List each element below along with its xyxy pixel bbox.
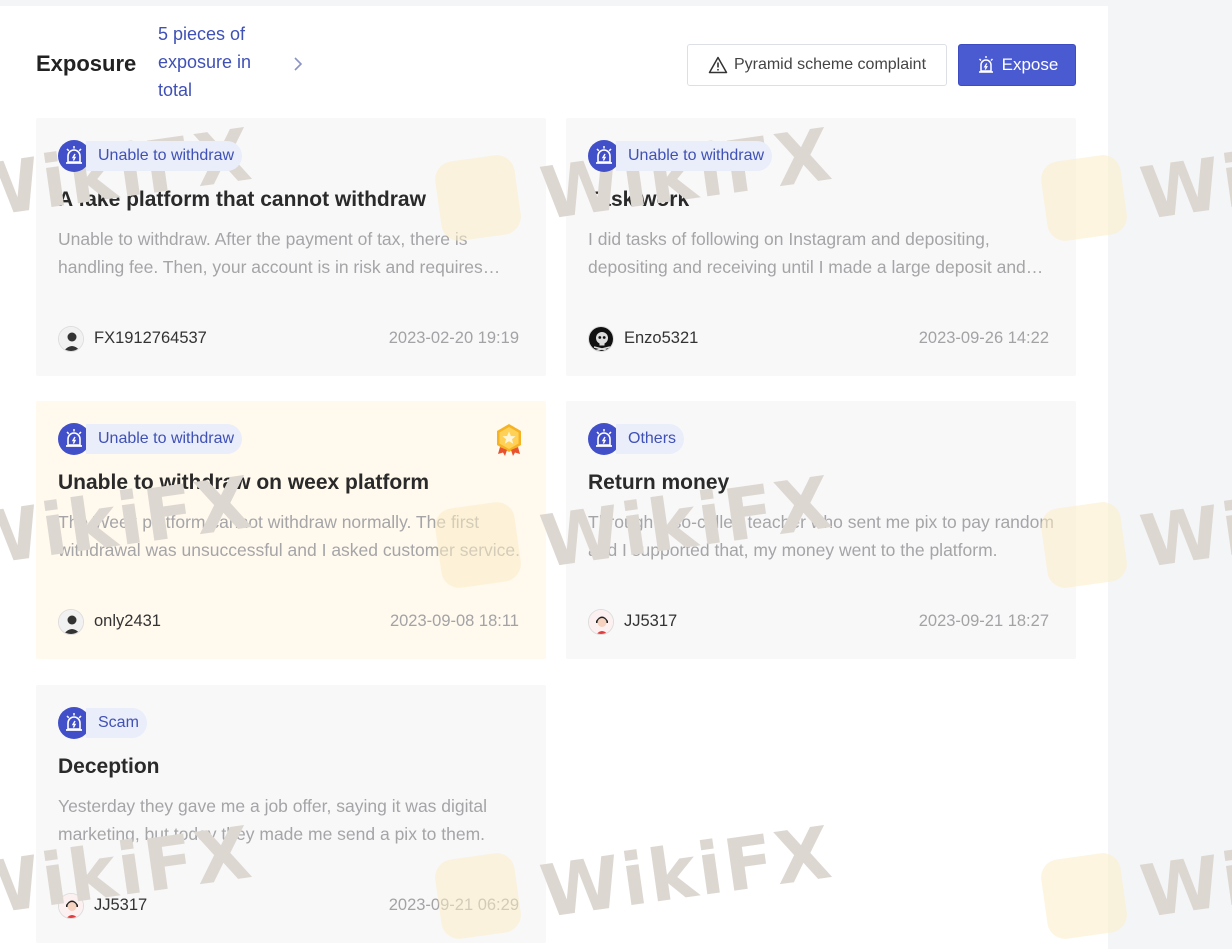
exposure-header: Exposure 5 pieces of exposure in total P… <box>36 20 1076 110</box>
exposure-title: Task work <box>588 188 690 211</box>
exposure-count-link[interactable]: 5 pieces of exposure in total <box>158 20 288 104</box>
exposure-description: Through a so-called teacher who sent me … <box>588 512 1054 560</box>
alarm-icon <box>978 56 993 73</box>
exposure-card[interactable]: Unable to withdraw A fake platform that … <box>36 118 546 376</box>
category-tag: Unable to withdraw <box>588 140 773 172</box>
username[interactable]: JJ5317 <box>94 896 147 915</box>
skull-avatar-icon <box>589 327 613 351</box>
username[interactable]: FX1912764537 <box>94 329 207 348</box>
category-tag: Unable to withdraw <box>58 140 243 172</box>
exposure-card[interactable]: Unable to withdraw Unable to withdraw on… <box>36 401 546 659</box>
avatar <box>588 326 614 352</box>
category-tag: Scam <box>58 707 147 739</box>
watermark: WikiFX <box>1135 459 1232 585</box>
exposure-card[interactable]: Unable to withdraw Task work I did tasks… <box>566 118 1076 376</box>
chevron-right-icon[interactable] <box>293 56 303 72</box>
avatar <box>58 326 84 352</box>
avatar <box>58 609 84 635</box>
default-user-icon <box>59 610 83 634</box>
section-title: Exposure <box>36 51 137 76</box>
expose-button-label: Expose <box>1001 55 1059 74</box>
default-user-icon <box>59 327 83 351</box>
category-tag: Others <box>588 423 685 455</box>
username[interactable]: only2431 <box>94 612 161 631</box>
exposure-title: A fake platform that cannot withdraw <box>58 188 426 211</box>
timestamp: 2023-09-21 18:27 <box>918 612 1049 630</box>
avatar <box>588 609 614 635</box>
medal-star-icon <box>497 424 521 456</box>
pyramid-complaint-button[interactable]: Pyramid scheme complaint <box>687 44 947 86</box>
exposure-title: Return money <box>588 471 730 494</box>
avatar <box>58 893 84 919</box>
category-tag-label: Scam <box>86 708 147 738</box>
timestamp: 2023-09-26 14:22 <box>918 329 1049 347</box>
exposure-description: The Weex platform cannot withdraw normal… <box>58 512 521 560</box>
exposure-description: Unable to withdraw. After the payment of… <box>58 229 483 277</box>
warning-triangle-icon <box>708 56 728 74</box>
pyramid-complaint-label: Pyramid scheme complaint <box>733 56 927 73</box>
watermark: WikiFX <box>1135 809 1232 935</box>
exposure-card[interactable]: Scam Deception Yesterday they gave me a … <box>36 685 546 943</box>
exposure-card[interactable]: Others Return money Through a so-called … <box>566 401 1076 659</box>
watermark: WikiFX <box>1135 111 1232 237</box>
exposure-title: Deception <box>58 755 160 778</box>
person-avatar-icon <box>589 610 613 634</box>
timestamp: 2023-09-08 18:11 <box>389 612 519 630</box>
exposure-description: Yesterday they gave me a job offer, sayi… <box>58 796 488 844</box>
category-tag-label: Unable to withdraw <box>616 141 773 171</box>
timestamp: 2023-02-20 19:19 <box>388 329 519 347</box>
exposure-description: I did tasks of following on Instagram an… <box>588 229 1026 277</box>
person-avatar-icon <box>59 894 83 918</box>
exposure-panel: Exposure 5 pieces of exposure in total P… <box>0 6 1108 949</box>
exposure-title: Unable to withdraw on weex platform <box>58 471 430 494</box>
category-tag-label: Unable to withdraw <box>86 141 243 171</box>
category-tag-label: Others <box>616 424 685 454</box>
username[interactable]: JJ5317 <box>624 612 677 631</box>
username[interactable]: Enzo5321 <box>624 329 698 348</box>
timestamp: 2023-09-21 06:29 <box>388 896 519 914</box>
category-tag-label: Unable to withdraw <box>86 424 243 454</box>
category-tag: Unable to withdraw <box>58 423 243 455</box>
expose-button[interactable]: Expose <box>958 44 1076 86</box>
